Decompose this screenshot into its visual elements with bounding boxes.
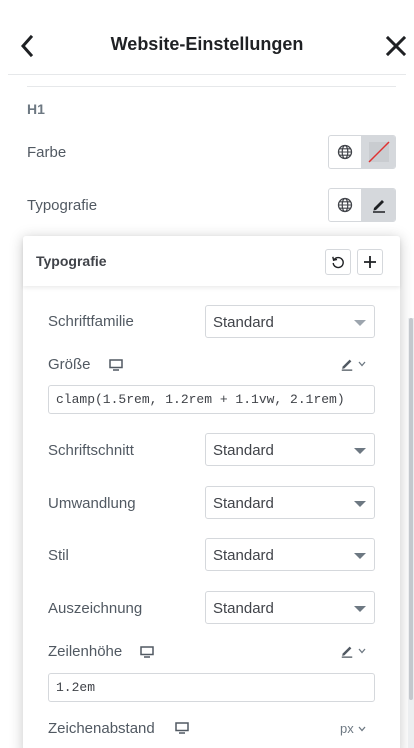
chevron-down-icon <box>358 361 366 367</box>
popover-body: Schriftfamilie Standard Größe clamp(1.5r… <box>23 286 400 748</box>
color-controls <box>328 135 396 169</box>
chevron-down-icon <box>358 726 366 731</box>
letter-spacing-label: Zeichenabstand <box>48 720 155 737</box>
text-transform-value: Standard <box>213 495 274 512</box>
font-style-value: Standard <box>213 547 274 564</box>
globe-icon <box>337 144 353 160</box>
letter-spacing-unit-selector[interactable]: px <box>340 721 366 736</box>
chevron-down-icon <box>354 501 366 507</box>
page-title: Website-Einstellungen <box>110 34 304 54</box>
pencil-icon <box>341 359 353 371</box>
edit-typography-button[interactable] <box>362 189 395 221</box>
font-size-unit-selector[interactable] <box>340 357 366 371</box>
font-weight-select[interactable]: Standard <box>205 433 375 466</box>
line-height-input[interactable]: 1.2em <box>48 673 375 702</box>
font-family-select[interactable]: Standard <box>205 305 375 338</box>
section-divider <box>27 86 396 87</box>
font-style-label: Stil <box>48 547 69 564</box>
reset-button[interactable] <box>325 249 351 275</box>
popover-title: Typografie <box>36 253 107 269</box>
popover-header: Typografie <box>23 236 400 286</box>
font-family-label: Schriftfamilie <box>48 313 134 330</box>
font-style-select[interactable]: Standard <box>205 538 375 571</box>
font-family-value: Standard <box>213 314 274 331</box>
pencil-icon <box>341 646 353 658</box>
no-color-swatch-icon <box>367 141 390 163</box>
chevron-down-icon <box>354 553 366 559</box>
close-button[interactable] <box>382 32 410 60</box>
text-decoration-select[interactable]: Standard <box>205 591 375 624</box>
desktop-icon[interactable] <box>109 359 123 371</box>
chevron-down-icon <box>354 606 366 612</box>
section-title: H1 <box>27 101 45 117</box>
line-height-unit-selector[interactable] <box>340 644 366 658</box>
desktop-icon[interactable] <box>175 722 189 734</box>
text-decoration-label: Auszeichnung <box>48 600 143 617</box>
typography-label: Typografie <box>27 197 98 214</box>
chevron-down-icon <box>358 648 366 654</box>
reset-icon <box>332 256 344 269</box>
font-size-label: Größe <box>48 356 91 373</box>
header-divider <box>8 74 406 75</box>
pencil-icon <box>372 200 385 213</box>
font-weight-label: Schriftschnitt <box>48 442 134 459</box>
add-button[interactable] <box>357 249 383 275</box>
font-weight-value: Standard <box>213 442 274 459</box>
header: Website-Einstellungen <box>0 0 414 76</box>
plus-icon <box>364 256 376 268</box>
text-transform-select[interactable]: Standard <box>205 486 375 519</box>
line-height-label: Zeilenhöhe <box>48 643 123 660</box>
text-decoration-value: Standard <box>213 600 274 617</box>
desktop-icon[interactable] <box>140 646 154 658</box>
global-color-button[interactable] <box>329 136 363 168</box>
chevron-down-icon <box>354 320 366 326</box>
chevron-down-icon <box>354 448 366 454</box>
text-transform-label: Umwandlung <box>48 495 136 512</box>
global-typography-button[interactable] <box>329 189 363 221</box>
font-size-input[interactable]: clamp(1.5rem, 1.2rem + 1.1vw, 2.1rem) <box>48 385 375 414</box>
globe-icon <box>337 197 353 213</box>
typography-controls <box>328 188 396 222</box>
color-picker-button[interactable] <box>362 136 395 168</box>
close-icon <box>385 35 407 57</box>
color-label: Farbe <box>27 144 67 161</box>
scrollbar-thumb[interactable] <box>409 318 413 700</box>
letter-spacing-unit: px <box>340 721 354 736</box>
typography-popover: Schriftfamilie Standard Größe clamp(1.5r… <box>23 236 400 748</box>
